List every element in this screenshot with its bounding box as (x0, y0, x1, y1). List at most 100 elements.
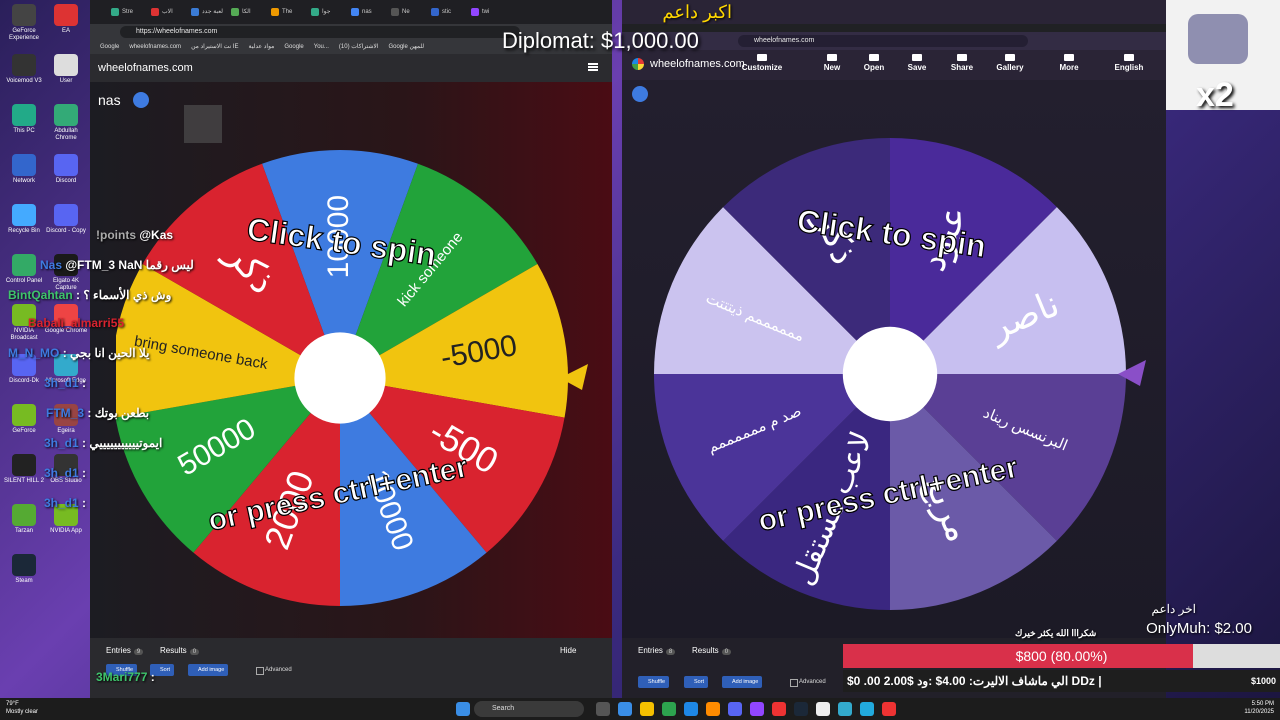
desktop-icon[interactable]: Abdullah Chrome (44, 104, 88, 142)
advanced-checkbox[interactable]: Advanced (790, 679, 826, 687)
add-image-button[interactable]: Add image (188, 664, 229, 676)
desktop-icon[interactable]: Tarzan (2, 504, 46, 535)
browser-tab[interactable]: stic (428, 4, 451, 20)
add-image-button[interactable]: Add image (722, 676, 763, 688)
taskbar-app-icon[interactable] (640, 702, 654, 716)
brand-name[interactable]: wheelofnames.com (650, 58, 745, 70)
bookmark-item[interactable]: wheelofnames.com (129, 44, 181, 50)
desktop-icon[interactable]: Discord (44, 154, 88, 185)
desktop-icon[interactable]: This PC (2, 104, 46, 135)
chat-message: 3h_d1 : (44, 466, 86, 480)
edit-title-icon[interactable] (133, 92, 149, 108)
menu-english[interactable]: English (1107, 54, 1151, 72)
desktop-icon[interactable]: Steam (2, 554, 46, 585)
taskbar-app-icon[interactable] (618, 702, 632, 716)
tab-entries[interactable]: Entries 9 (106, 646, 144, 655)
menu-open[interactable]: Open (852, 54, 896, 72)
advanced-checkbox[interactable]: Advanced (256, 667, 292, 675)
taskbar-app-icon[interactable] (728, 702, 742, 716)
taskbar-app-icon[interactable] (750, 702, 764, 716)
desktop-icon[interactable]: Voicemod V3 (2, 54, 46, 85)
browser-tab[interactable]: The (268, 4, 292, 20)
menu-new[interactable]: New (810, 54, 854, 72)
hamburger-icon[interactable] (588, 63, 598, 65)
tab-results[interactable]: Results 0 (692, 646, 732, 655)
menu-icon (912, 54, 922, 61)
tab-results[interactable]: Results 0 (160, 646, 200, 655)
desktop-icon[interactable]: SILENT HILL 2 (2, 454, 46, 485)
taskbar-app-icon[interactable] (794, 702, 808, 716)
desktop-icon-label: SILENT HILL 2 (3, 478, 45, 484)
desktop-icon[interactable]: Recycle Bin (2, 204, 46, 235)
menu-gallery[interactable]: Gallery (988, 54, 1032, 72)
browser-tab[interactable]: جوا (308, 4, 330, 20)
right-wheel[interactable]: عبودناصرالبرنسس رينادمربعلاعب مستقلصد م … (636, 130, 1156, 620)
bookmark-item[interactable]: الاشتراكات (10) (339, 44, 379, 50)
avatar (1188, 14, 1248, 64)
left-url-field[interactable]: https://wheelofnames.com (120, 26, 520, 38)
taskbar-app-icon[interactable] (684, 702, 698, 716)
bookmark-item[interactable]: Google للمهن (388, 44, 424, 50)
right-url-field[interactable]: wheelofnames.com (738, 35, 1028, 47)
menu-share[interactable]: Share (940, 54, 984, 72)
tab-label: stic (442, 9, 451, 15)
menu-more[interactable]: More (1047, 54, 1091, 72)
taskbar-app-icon[interactable] (816, 702, 830, 716)
desktop-icon[interactable]: Discord - Copy (44, 204, 88, 235)
shuffle-button[interactable]: Shuffle (638, 676, 670, 688)
windows-start-icon[interactable] (456, 702, 470, 716)
browser-tab[interactable]: لعبة جدد (188, 4, 223, 20)
desktop-icon[interactable]: GeForce (2, 404, 46, 435)
bookmark-item[interactable]: Google (100, 44, 119, 50)
menu-customize[interactable]: Customize (740, 54, 784, 72)
menu-label: New (823, 63, 841, 72)
browser-tab[interactable]: الكا (228, 4, 251, 20)
chat-username: M_N_MO (8, 346, 63, 360)
desktop-icon[interactable]: User (44, 54, 88, 85)
desktop-icon[interactable]: GeForce Experience (2, 4, 46, 42)
app-icon (12, 4, 36, 26)
wheel-hub[interactable] (294, 332, 386, 424)
wheel-image-thumbnail (184, 105, 222, 143)
weather-widget[interactable]: 79°F Mostly clear (6, 700, 38, 716)
sort-button[interactable]: Sort (684, 676, 709, 688)
chat-text: : (82, 376, 87, 390)
chat-username: 3h_d1 (44, 496, 83, 510)
tab-entries[interactable]: Entries 8 (638, 646, 676, 655)
taskbar-app-icon[interactable] (882, 702, 896, 716)
chat-message: 3h_d1 : ايموتيييييييييييي (44, 436, 162, 450)
browser-tab[interactable]: Ne (388, 4, 410, 20)
taskbar-app-icon[interactable] (596, 702, 610, 716)
bookmark-item[interactable]: مواد عدلية (248, 44, 274, 50)
taskbar-app-icon[interactable] (860, 702, 874, 716)
left-wheel[interactable]: 10000 kick someone-5000-50010000200050000… (116, 146, 596, 616)
taskbar-app-icon[interactable] (706, 702, 720, 716)
tab-favicon-icon (231, 8, 239, 16)
wheel-hub[interactable] (842, 326, 938, 422)
bookmark-item[interactable]: Google (284, 44, 303, 50)
browser-tab[interactable]: الاب (148, 4, 173, 20)
desktop-icon-label: Discord-Dk (9, 378, 39, 384)
chat-username: BintQahtan (8, 288, 76, 302)
hide-checkbox[interactable]: Hide (560, 646, 576, 655)
bookmark-item[interactable]: نت الاستيراد من IE (191, 44, 238, 50)
browser-tab[interactable]: Stre (108, 4, 133, 20)
browser-tab[interactable]: nas (348, 4, 372, 20)
desktop-icon-label: Voicemod V3 (6, 78, 42, 84)
desktop-icon-label: User (59, 78, 73, 84)
clock[interactable]: 5:50 PM 11/20/2025 (1244, 700, 1274, 716)
menu-save[interactable]: Save (895, 54, 939, 72)
desktop-icon[interactable]: Network (2, 154, 46, 185)
brand-name[interactable]: wheelofnames.com (98, 62, 193, 74)
bookmark-item[interactable]: You... (314, 44, 329, 50)
taskbar-app-icon[interactable] (772, 702, 786, 716)
desktop-icon[interactable]: EA (44, 4, 88, 35)
app-icon (54, 204, 78, 226)
browser-tab[interactable]: twi (468, 4, 489, 20)
tab-favicon-icon (191, 8, 199, 16)
taskbar-search[interactable]: Search (474, 701, 584, 717)
taskbar-app-icon[interactable] (662, 702, 676, 716)
chat-text: @FTM_3 NaN ليس رقما (65, 258, 194, 272)
taskbar-app-icon[interactable] (838, 702, 852, 716)
edit-title-icon[interactable] (632, 86, 648, 102)
